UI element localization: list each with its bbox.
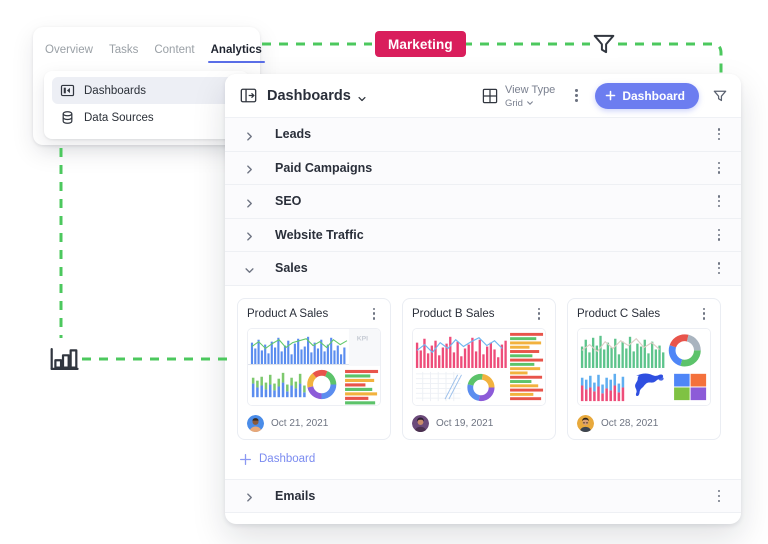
- add-dashboard-link-label: Dashboard: [259, 453, 316, 466]
- group-row-sales[interactable]: Sales: [225, 252, 741, 286]
- sidebar-item-dashboards[interactable]: Dashboards: [52, 77, 241, 104]
- thumbnail-chart-a: KPI: [248, 328, 380, 405]
- group-row-seo[interactable]: SEO: [225, 185, 741, 219]
- card-date: Oct 19, 2021: [436, 417, 494, 429]
- chevron-right-icon[interactable]: [244, 490, 255, 503]
- svg-text:KPI: KPI: [357, 335, 368, 342]
- group-label: Paid Campaigns: [275, 160, 373, 175]
- bar-chart-icon: [48, 344, 80, 374]
- panel-overflow-button[interactable]: [569, 89, 583, 102]
- row-overflow-button[interactable]: [712, 262, 726, 275]
- dashboards-panel: Dashboards View Type Grid Dashboard Lead…: [225, 74, 741, 524]
- row-overflow-button[interactable]: [712, 489, 726, 502]
- dashboard-card[interactable]: Product C Sales Oct 28, 2021: [567, 297, 721, 440]
- card-header: Product C Sales: [577, 307, 711, 320]
- sidebar-card: Dashboards Data Sources: [44, 71, 249, 139]
- chevron-down-icon[interactable]: [244, 263, 255, 274]
- card-thumbnail: [577, 327, 711, 406]
- chevron-right-icon[interactable]: [244, 162, 255, 174]
- card-date: Oct 28, 2021: [601, 417, 659, 429]
- card-thumbnail: [412, 327, 546, 406]
- grid-view-icon[interactable]: [482, 88, 498, 104]
- filter-funnel-icon[interactable]: [712, 88, 728, 104]
- group-label: Sales: [275, 261, 308, 276]
- row-overflow-button[interactable]: [712, 128, 726, 141]
- dashboard-card[interactable]: Product A Sales KPI Oct 21, 2021: [237, 297, 391, 440]
- chevron-right-icon[interactable]: [244, 196, 255, 208]
- plus-icon: [239, 453, 252, 466]
- sidebar-item-label: Data Sources: [84, 111, 154, 124]
- dashboards-icon: [60, 83, 75, 98]
- view-type-value: Grid: [504, 98, 523, 110]
- view-type-label: View Type: [504, 84, 556, 97]
- card-footer: Oct 21, 2021: [247, 414, 381, 432]
- avatar: [577, 414, 594, 432]
- card-title: Product C Sales: [577, 307, 661, 320]
- marketing-badge[interactable]: Marketing: [375, 31, 466, 57]
- group-row-paid-campaigns[interactable]: Paid Campaigns: [225, 151, 741, 185]
- avatar: [247, 414, 264, 432]
- card-footer: Oct 28, 2021: [577, 414, 711, 432]
- dashboard-card[interactable]: Product B Sales Oct 19, 2021: [402, 297, 556, 440]
- tab-tasks[interactable]: Tasks: [109, 44, 138, 63]
- card-overflow-button[interactable]: [532, 307, 546, 320]
- tab-bar: Overview Tasks Content Analytics: [33, 27, 265, 63]
- card-date: Oct 21, 2021: [271, 417, 329, 429]
- sidebar-item-data-sources[interactable]: Data Sources: [52, 104, 241, 131]
- group-label: Emails: [275, 488, 316, 503]
- group-label: Leads: [275, 127, 312, 142]
- database-icon: [60, 110, 75, 125]
- thumbnail-chart-c: [578, 328, 710, 405]
- row-overflow-button[interactable]: [712, 161, 726, 174]
- card-overflow-button[interactable]: [367, 307, 381, 320]
- group-row-website-traffic[interactable]: Website Traffic: [225, 218, 741, 252]
- tab-overview[interactable]: Overview: [45, 44, 93, 63]
- plus-icon: [605, 90, 616, 101]
- add-dashboard-button[interactable]: Dashboard: [595, 82, 699, 109]
- tab-content[interactable]: Content: [154, 44, 194, 63]
- card-footer: Oct 19, 2021: [412, 414, 546, 432]
- panel-collapse-icon[interactable]: [240, 87, 257, 104]
- dashboard-cards-row: Product A Sales KPI Oct 21, 2021 Product…: [237, 297, 729, 440]
- card-thumbnail: KPI: [247, 327, 381, 406]
- group-row-emails[interactable]: Emails: [225, 479, 741, 514]
- row-overflow-button[interactable]: [712, 195, 726, 208]
- add-dashboard-label: Dashboard: [622, 88, 685, 103]
- add-dashboard-link[interactable]: Dashboard: [225, 439, 741, 480]
- sidebar-item-label: Dashboards: [84, 84, 147, 97]
- row-overflow-button[interactable]: [712, 228, 726, 241]
- thumbnail-chart-b: [413, 328, 545, 405]
- card-header: Product A Sales: [247, 307, 381, 320]
- group-label: SEO: [275, 194, 302, 209]
- funnel-icon[interactable]: [590, 30, 618, 58]
- screenshot-canvas: Marketing Overview Tasks Content Analyti…: [0, 0, 768, 544]
- card-title: Product B Sales: [412, 307, 495, 320]
- chevron-down-icon[interactable]: [357, 91, 367, 101]
- card-header: Product B Sales: [412, 307, 546, 320]
- view-type-value-row: Grid: [504, 98, 555, 111]
- chevron-down-icon: [526, 99, 534, 111]
- avatar: [412, 414, 429, 432]
- tab-analytics[interactable]: Analytics: [207, 44, 265, 63]
- view-type-control[interactable]: View Type Grid: [505, 80, 555, 110]
- card-overflow-button[interactable]: [697, 307, 711, 320]
- group-row-leads[interactable]: Leads: [225, 118, 741, 152]
- panel-header: Dashboards View Type Grid Dashboard: [225, 74, 741, 118]
- chevron-right-icon[interactable]: [244, 229, 255, 241]
- card-title: Product A Sales: [247, 307, 329, 320]
- panel-title: Dashboards: [267, 87, 351, 104]
- group-label: Website Traffic: [275, 227, 364, 242]
- chevron-right-icon[interactable]: [244, 129, 255, 141]
- dashboard-cards-area: Product A Sales KPI Oct 21, 2021 Product…: [225, 285, 741, 440]
